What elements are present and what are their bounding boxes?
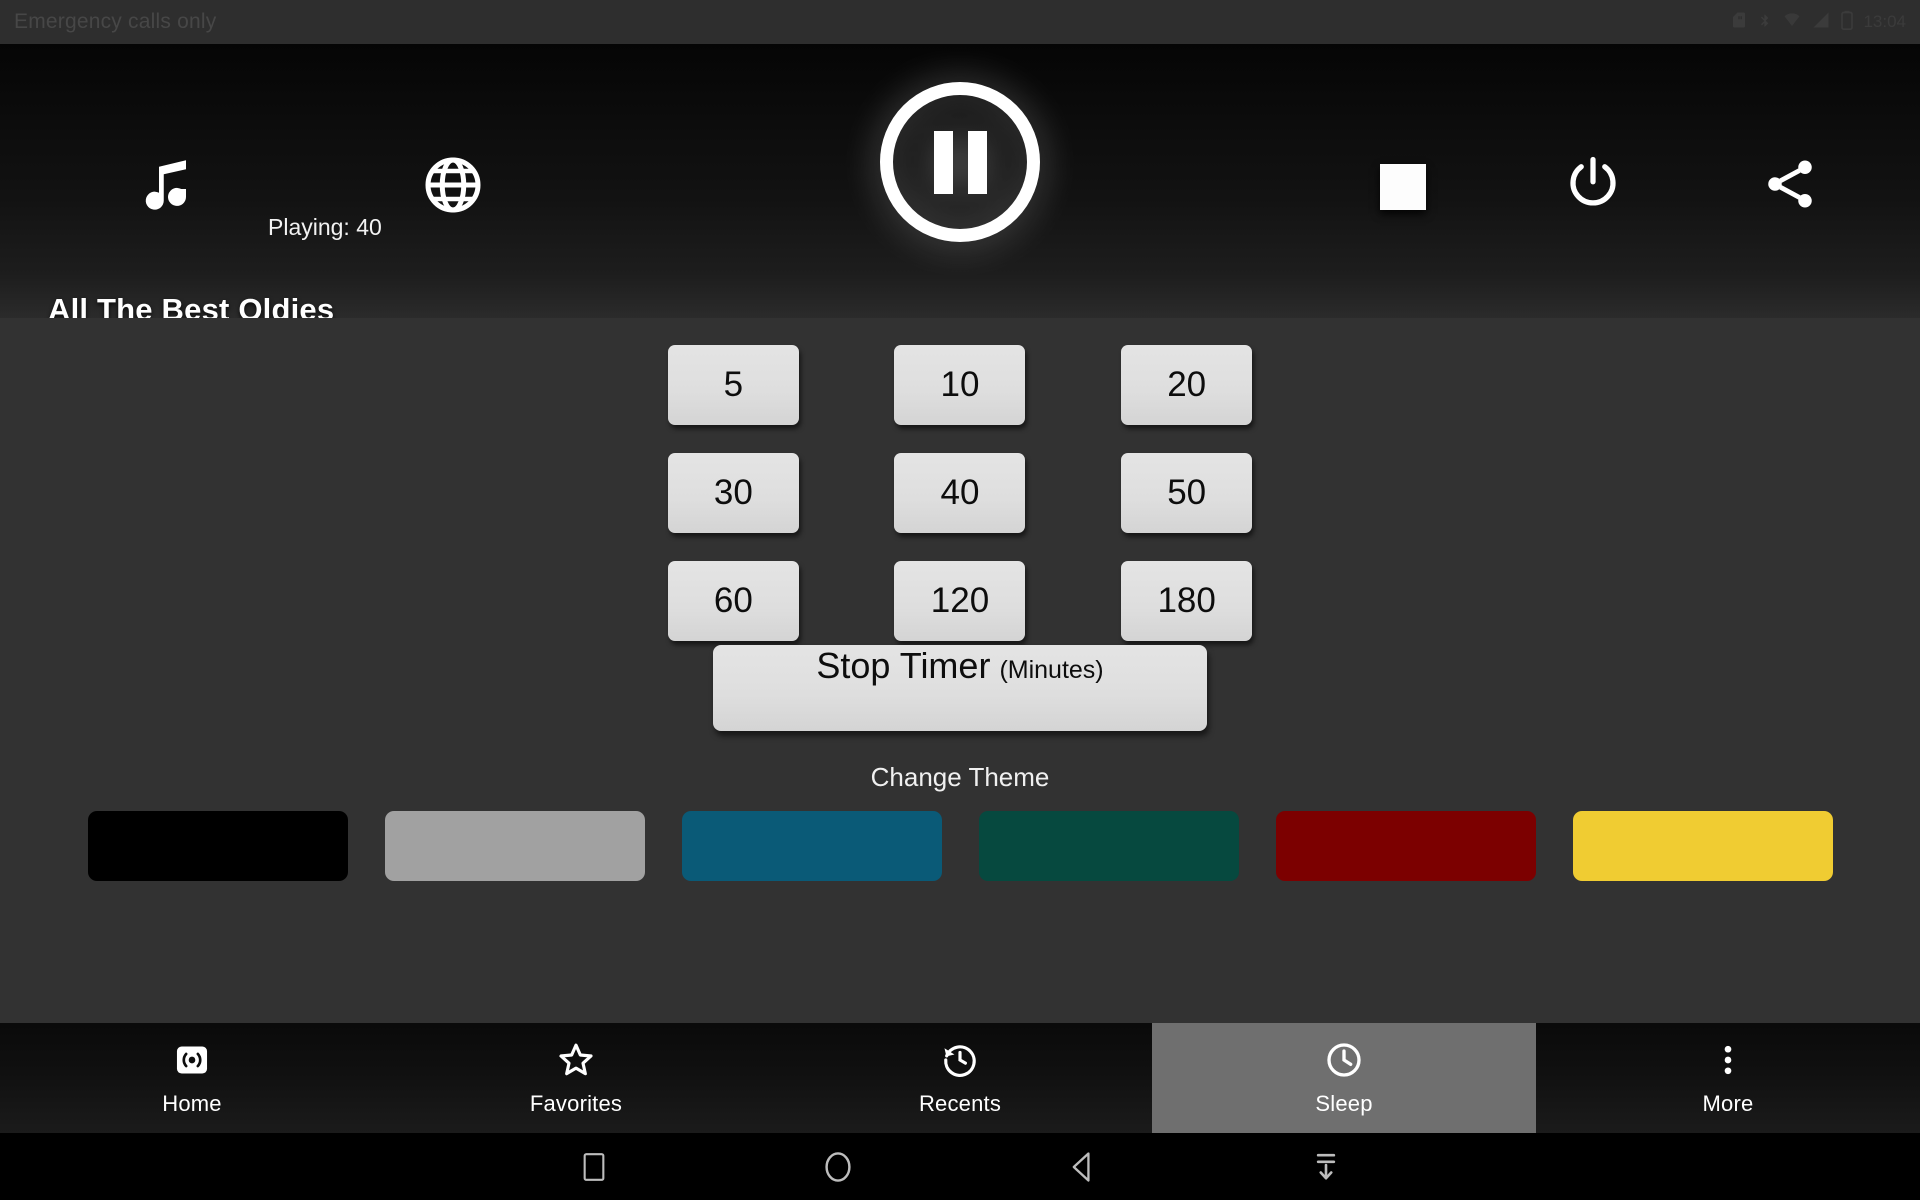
- globe-button[interactable]: [416, 148, 490, 222]
- timer-option-button[interactable]: 40: [894, 453, 1026, 533]
- share-button[interactable]: [1752, 146, 1828, 222]
- globe-icon: [425, 157, 481, 213]
- timer-option-button[interactable]: 10: [894, 345, 1026, 425]
- play-pause-button[interactable]: [872, 74, 1048, 250]
- tab-label: Recents: [918, 1091, 1002, 1116]
- timer-option-button[interactable]: 60: [667, 561, 799, 641]
- change-theme-heading: Change Theme: [870, 762, 1050, 792]
- back-nav-button[interactable]: [1055, 1143, 1109, 1191]
- power-button[interactable]: [1556, 146, 1630, 220]
- status-carrier-text: Emergency calls only: [14, 10, 217, 33]
- circle-icon: [825, 1151, 851, 1182]
- music-note-icon: [145, 160, 186, 210]
- collapse-down-icon: [1316, 1153, 1336, 1180]
- timer-option-button[interactable]: 20: [1121, 345, 1253, 425]
- theme-swatch-black[interactable]: [87, 811, 348, 881]
- clock-icon: [1323, 1039, 1365, 1081]
- hide-nav-button[interactable]: [1299, 1143, 1353, 1191]
- playing-status-text: Playing: 40: [268, 214, 382, 240]
- status-icons: 13:04: [1730, 10, 1906, 35]
- tab-sleep[interactable]: Sleep: [1152, 1023, 1536, 1133]
- player-toolbar: Playing: 40: [0, 44, 1920, 242]
- timer-option-button[interactable]: 30: [667, 453, 799, 533]
- stop-button[interactable]: [1368, 152, 1438, 222]
- stop-square-icon: [1380, 164, 1426, 210]
- tab-recents[interactable]: Recents: [768, 1023, 1152, 1133]
- tab-label: Home: [162, 1091, 222, 1116]
- sd-card-icon: [1730, 11, 1748, 34]
- stop-timer-label: Stop Timer: [816, 645, 991, 686]
- android-nav-bar: [0, 1133, 1920, 1200]
- square-icon: [583, 1152, 605, 1181]
- tab-more[interactable]: More: [1536, 1023, 1920, 1133]
- system-status-bar: Emergency calls only 13:04: [0, 0, 1920, 44]
- signal-icon: [1811, 11, 1831, 34]
- theme-swatch-row: [0, 810, 1920, 882]
- timer-option-button[interactable]: 180: [1121, 561, 1253, 641]
- timer-options-grid: 5 10 20 30 40 50 60 120 180: [620, 345, 1300, 641]
- home-nav-button[interactable]: [811, 1143, 865, 1191]
- app-root: Emergency calls only 13:04 Playing: 40 A…: [0, 0, 1920, 1200]
- theme-swatch-green[interactable]: [978, 811, 1239, 881]
- pause-icon: [933, 130, 987, 194]
- tab-label: Sleep: [1315, 1091, 1373, 1116]
- overflow-dots-icon: [1707, 1039, 1749, 1081]
- theme-swatch-gray[interactable]: [384, 811, 645, 881]
- theme-swatch-yellow[interactable]: [1572, 811, 1833, 881]
- status-clock-text: 13:04: [1863, 12, 1906, 31]
- wifi-icon: [1782, 11, 1802, 34]
- star-outline-icon: [555, 1039, 597, 1081]
- stop-timer-button[interactable]: Stop Timer (Minutes): [713, 645, 1207, 731]
- history-clock-icon: [939, 1039, 981, 1081]
- timer-option-button[interactable]: 50: [1121, 453, 1253, 533]
- tab-label: Favorites: [529, 1091, 623, 1116]
- player-header: Playing: 40 All The Best Oldies: [0, 44, 1920, 318]
- theme-swatch-red[interactable]: [1275, 811, 1536, 881]
- recents-nav-button[interactable]: [567, 1143, 621, 1191]
- music-library-button[interactable]: [128, 146, 204, 222]
- sleep-timer-panel: 5 10 20 30 40 50 60 120 180 Stop Timer (…: [0, 319, 1920, 1023]
- power-icon: [1570, 156, 1616, 206]
- battery-icon: [1840, 10, 1854, 35]
- theme-swatch-blue[interactable]: [681, 811, 942, 881]
- station-title: All The Best Oldies: [48, 292, 335, 318]
- share-icon: [1768, 160, 1812, 208]
- bluetooth-icon: [1757, 11, 1773, 34]
- tab-favorites[interactable]: Favorites: [384, 1023, 768, 1133]
- bottom-tab-bar: Home Favorites Recents Sleep More: [0, 1023, 1920, 1133]
- tab-home[interactable]: Home: [0, 1023, 384, 1133]
- radio-broadcast-icon: [171, 1039, 213, 1081]
- tab-label: More: [1702, 1091, 1754, 1116]
- timer-option-button[interactable]: 120: [894, 561, 1026, 641]
- triangle-left-icon: [1072, 1151, 1090, 1182]
- timer-option-button[interactable]: 5: [667, 345, 799, 425]
- stop-timer-unit-label: (Minutes): [999, 656, 1104, 684]
